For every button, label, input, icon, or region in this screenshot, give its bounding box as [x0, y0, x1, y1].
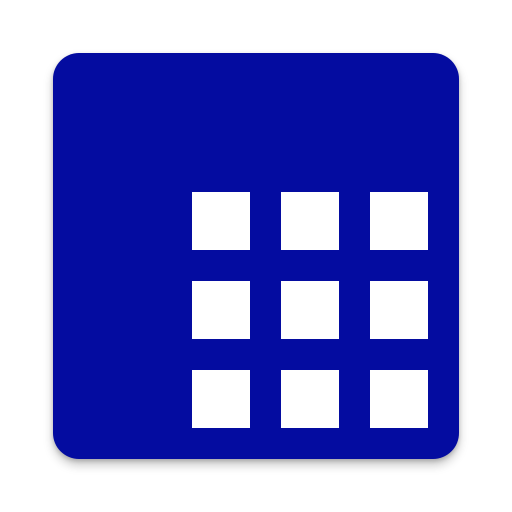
grid-tile: [370, 370, 428, 428]
icon-canvas: [0, 0, 512, 512]
app-launcher-icon[interactable]: [53, 53, 459, 459]
grid-tile: [281, 192, 339, 250]
grid-tile: [192, 370, 250, 428]
grid-tile: [370, 281, 428, 339]
grid-tile: [281, 281, 339, 339]
grid-tile: [370, 192, 428, 250]
grid-tile: [192, 192, 250, 250]
grid-tile: [281, 370, 339, 428]
apps-grid-icon: [192, 192, 428, 428]
grid-tile: [192, 281, 250, 339]
